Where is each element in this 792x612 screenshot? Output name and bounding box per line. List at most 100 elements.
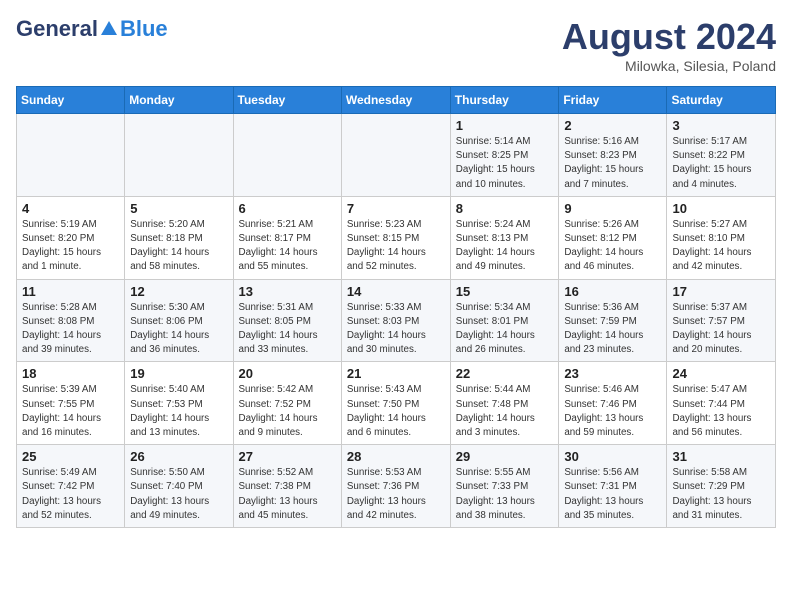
day-info: Sunrise: 5:46 AMSunset: 7:46 PMDaylight:… bbox=[564, 383, 661, 440]
calendar-table: SundayMondayTuesdayWednesdayThursdayFrid… bbox=[16, 86, 776, 528]
day-info: Sunrise: 5:53 AMSunset: 7:36 PMDaylight:… bbox=[347, 466, 445, 523]
calendar-cell: 20Sunrise: 5:42 AMSunset: 7:52 PMDayligh… bbox=[233, 362, 341, 445]
day-info: Sunrise: 5:30 AMSunset: 8:06 PMDaylight:… bbox=[130, 301, 227, 358]
calendar-cell: 12 Sunrise: 5:30 AMSunset: 8:06 PMDayligh… bbox=[125, 279, 233, 362]
day-number: 29 bbox=[456, 449, 554, 464]
calendar-week-4: 18Sunrise: 5:39 AMSunset: 7:55 PMDayligh… bbox=[17, 362, 776, 445]
calendar-cell: 21Sunrise: 5:43 AMSunset: 7:50 PMDayligh… bbox=[341, 362, 450, 445]
calendar-body: 1 Sunrise: 5:14 AMSunset: 8:25 PMDaylight… bbox=[17, 114, 776, 528]
day-number: 23 bbox=[564, 366, 661, 381]
day-number: 13 bbox=[239, 284, 336, 299]
calendar-cell: 22 Sunrise: 5:44 AMSunset: 7:48 PMDayligh… bbox=[450, 362, 559, 445]
subtitle: Milowka, Silesia, Poland bbox=[562, 58, 776, 74]
day-info: Sunrise: 5:58 AMSunset: 7:29 PMDaylight:… bbox=[672, 466, 770, 523]
calendar-week-3: 11 Sunrise: 5:28 AMSunset: 8:08 PMDayligh… bbox=[17, 279, 776, 362]
day-info: Sunrise: 5:55 AMSunset: 7:33 PMDaylight:… bbox=[456, 466, 554, 523]
calendar-cell: 8 Sunrise: 5:24 AMSunset: 8:13 PMDaylight… bbox=[450, 196, 559, 279]
day-number: 24 bbox=[672, 366, 770, 381]
calendar-cell: 29 Sunrise: 5:55 AMSunset: 7:33 PMDayligh… bbox=[450, 445, 559, 528]
header-wednesday: Wednesday bbox=[341, 87, 450, 114]
day-number: 7 bbox=[347, 201, 445, 216]
day-number: 12 bbox=[130, 284, 227, 299]
day-number: 11 bbox=[22, 284, 119, 299]
day-info: Sunrise: 5:28 AMSunset: 8:08 PMDaylight:… bbox=[22, 301, 119, 358]
day-number: 4 bbox=[22, 201, 119, 216]
calendar-cell: 3 Sunrise: 5:17 AMSunset: 8:22 PMDaylight… bbox=[667, 114, 776, 197]
calendar-cell: 9 Sunrise: 5:26 AMSunset: 8:12 PMDaylight… bbox=[559, 196, 667, 279]
day-info: Sunrise: 5:27 AMSunset: 8:10 PMDaylight:… bbox=[672, 218, 770, 275]
calendar-cell: 18Sunrise: 5:39 AMSunset: 7:55 PMDayligh… bbox=[17, 362, 125, 445]
day-number: 10 bbox=[672, 201, 770, 216]
calendar-cell: 7 Sunrise: 5:23 AMSunset: 8:15 PMDaylight… bbox=[341, 196, 450, 279]
day-number: 3 bbox=[672, 118, 770, 133]
day-info: Sunrise: 5:40 AMSunset: 7:53 PMDaylight:… bbox=[130, 383, 227, 440]
day-info: Sunrise: 5:20 AMSunset: 8:18 PMDaylight:… bbox=[130, 218, 227, 275]
header-tuesday: Tuesday bbox=[233, 87, 341, 114]
header-row: SundayMondayTuesdayWednesdayThursdayFrid… bbox=[17, 87, 776, 114]
day-number: 18 bbox=[22, 366, 119, 381]
calendar-cell bbox=[125, 114, 233, 197]
calendar-cell bbox=[233, 114, 341, 197]
day-number: 30 bbox=[564, 449, 661, 464]
calendar-week-1: 1 Sunrise: 5:14 AMSunset: 8:25 PMDaylight… bbox=[17, 114, 776, 197]
header-thursday: Thursday bbox=[450, 87, 559, 114]
logo-blue: Blue bbox=[120, 16, 168, 42]
logo-icon bbox=[99, 19, 119, 39]
calendar-cell: 31Sunrise: 5:58 AMSunset: 7:29 PMDayligh… bbox=[667, 445, 776, 528]
day-number: 15 bbox=[456, 284, 554, 299]
calendar-cell: 2Sunrise: 5:16 AMSunset: 8:23 PMDaylight… bbox=[559, 114, 667, 197]
calendar-cell: 30 Sunrise: 5:56 AMSunset: 7:31 PMDayligh… bbox=[559, 445, 667, 528]
calendar-cell: 11 Sunrise: 5:28 AMSunset: 8:08 PMDayligh… bbox=[17, 279, 125, 362]
day-info: Sunrise: 5:31 AMSunset: 8:05 PMDaylight:… bbox=[239, 301, 336, 358]
calendar-cell: 23 Sunrise: 5:46 AMSunset: 7:46 PMDayligh… bbox=[559, 362, 667, 445]
day-number: 22 bbox=[456, 366, 554, 381]
day-info: Sunrise: 5:16 AMSunset: 8:23 PMDaylight:… bbox=[564, 135, 661, 192]
day-info: Sunrise: 5:34 AMSunset: 8:01 PMDaylight:… bbox=[456, 301, 554, 358]
calendar-cell: 17Sunrise: 5:37 AMSunset: 7:57 PMDayligh… bbox=[667, 279, 776, 362]
day-info: Sunrise: 5:52 AMSunset: 7:38 PMDaylight:… bbox=[239, 466, 336, 523]
day-info: Sunrise: 5:43 AMSunset: 7:50 PMDaylight:… bbox=[347, 383, 445, 440]
calendar-cell: 6 Sunrise: 5:21 AMSunset: 8:17 PMDaylight… bbox=[233, 196, 341, 279]
calendar-cell: 15 Sunrise: 5:34 AMSunset: 8:01 PMDayligh… bbox=[450, 279, 559, 362]
day-info: Sunrise: 5:33 AMSunset: 8:03 PMDaylight:… bbox=[347, 301, 445, 358]
day-number: 19 bbox=[130, 366, 227, 381]
day-info: Sunrise: 5:47 AMSunset: 7:44 PMDaylight:… bbox=[672, 383, 770, 440]
logo: General Blue bbox=[16, 16, 168, 42]
title-block: August 2024 Milowka, Silesia, Poland bbox=[562, 16, 776, 74]
calendar-cell: 27 Sunrise: 5:52 AMSunset: 7:38 PMDayligh… bbox=[233, 445, 341, 528]
day-number: 6 bbox=[239, 201, 336, 216]
day-info: Sunrise: 5:49 AMSunset: 7:42 PMDaylight:… bbox=[22, 466, 119, 523]
day-info: Sunrise: 5:36 AMSunset: 7:59 PMDaylight:… bbox=[564, 301, 661, 358]
header-monday: Monday bbox=[125, 87, 233, 114]
header-saturday: Saturday bbox=[667, 87, 776, 114]
calendar-cell bbox=[341, 114, 450, 197]
day-number: 20 bbox=[239, 366, 336, 381]
header-friday: Friday bbox=[559, 87, 667, 114]
day-info: Sunrise: 5:23 AMSunset: 8:15 PMDaylight:… bbox=[347, 218, 445, 275]
day-number: 9 bbox=[564, 201, 661, 216]
calendar-cell: 19 Sunrise: 5:40 AMSunset: 7:53 PMDayligh… bbox=[125, 362, 233, 445]
day-number: 8 bbox=[456, 201, 554, 216]
day-info: Sunrise: 5:21 AMSunset: 8:17 PMDaylight:… bbox=[239, 218, 336, 275]
day-number: 25 bbox=[22, 449, 119, 464]
header-sunday: Sunday bbox=[17, 87, 125, 114]
calendar-cell: 5Sunrise: 5:20 AMSunset: 8:18 PMDaylight… bbox=[125, 196, 233, 279]
day-number: 14 bbox=[347, 284, 445, 299]
day-number: 27 bbox=[239, 449, 336, 464]
day-info: Sunrise: 5:24 AMSunset: 8:13 PMDaylight:… bbox=[456, 218, 554, 275]
calendar-week-2: 4 Sunrise: 5:19 AMSunset: 8:20 PMDaylight… bbox=[17, 196, 776, 279]
day-info: Sunrise: 5:56 AMSunset: 7:31 PMDaylight:… bbox=[564, 466, 661, 523]
day-info: Sunrise: 5:14 AMSunset: 8:25 PMDaylight:… bbox=[456, 135, 554, 192]
day-info: Sunrise: 5:17 AMSunset: 8:22 PMDaylight:… bbox=[672, 135, 770, 192]
calendar-cell: 26Sunrise: 5:50 AMSunset: 7:40 PMDayligh… bbox=[125, 445, 233, 528]
day-number: 16 bbox=[564, 284, 661, 299]
day-info: Sunrise: 5:19 AMSunset: 8:20 PMDaylight:… bbox=[22, 218, 119, 275]
calendar-cell: 10 Sunrise: 5:27 AMSunset: 8:10 PMDayligh… bbox=[667, 196, 776, 279]
calendar-cell: 1 Sunrise: 5:14 AMSunset: 8:25 PMDaylight… bbox=[450, 114, 559, 197]
main-title: August 2024 bbox=[562, 16, 776, 58]
day-info: Sunrise: 5:26 AMSunset: 8:12 PMDaylight:… bbox=[564, 218, 661, 275]
day-info: Sunrise: 5:44 AMSunset: 7:48 PMDaylight:… bbox=[456, 383, 554, 440]
calendar-week-5: 25 Sunrise: 5:49 AMSunset: 7:42 PMDayligh… bbox=[17, 445, 776, 528]
day-number: 17 bbox=[672, 284, 770, 299]
day-number: 1 bbox=[456, 118, 554, 133]
